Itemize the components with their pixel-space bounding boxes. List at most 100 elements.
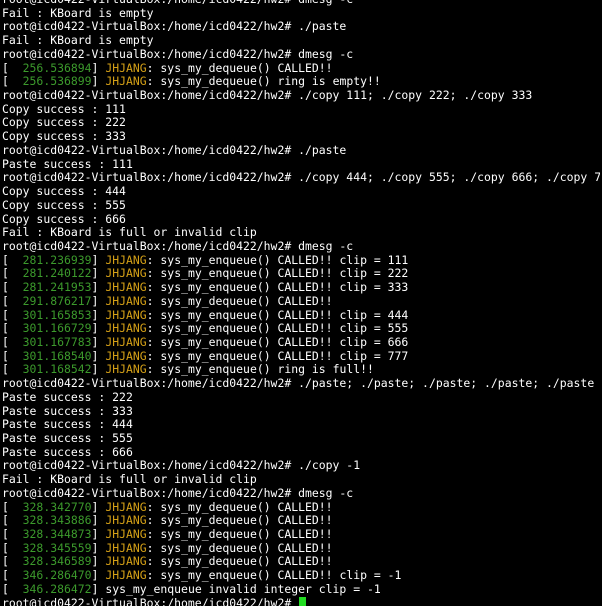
log-timestamp: 301.166729 xyxy=(8,321,92,336)
kernel-log-line: [ 328.343886] JHJANG: sys_my_dequeue() C… xyxy=(2,513,333,528)
log-message: sys_my_dequeue() CALLED!! xyxy=(160,540,333,555)
log-message: sys_my_dequeue() ring is empty!! xyxy=(160,74,381,89)
prompt-line: root@icd0422-VirtualBox:/home/icd0422/hw… xyxy=(2,595,600,606)
output-text: Fail : KBoard is full or invalid clip xyxy=(2,472,257,487)
output-line: Paste success : 111 xyxy=(2,157,600,172)
kernel-log-line: [ 301.166729] JHJANG: sys_my_enqueue() C… xyxy=(2,321,409,336)
log-timestamp: 281.240122 xyxy=(8,266,92,281)
output-line: Paste success : 444 xyxy=(2,417,600,432)
shell-command: ./copy 444; ./copy 555; ./copy 666; ./co… xyxy=(298,170,600,185)
output-text: Copy success : 444 xyxy=(2,184,126,199)
output-text: Fail : KBoard is empty xyxy=(2,5,154,20)
log-tag: JHJANG xyxy=(105,293,147,308)
log-message: sys_my_enqueue() CALLED!! clip = 444 xyxy=(160,307,409,322)
log-message: sys_my_enqueue() CALLED!! clip = 111 xyxy=(160,252,409,267)
kernel-log-line: [ 256.536899] JHJANG: sys_my_dequeue() r… xyxy=(2,74,381,89)
log-message: sys_my_dequeue() CALLED!! xyxy=(160,554,333,569)
kernel-log-line: [ 301.165853] JHJANG: sys_my_enqueue() C… xyxy=(2,307,409,322)
output-line: Fail : KBoard is empty xyxy=(2,5,600,21)
kernel-log-line: [ 291.876217] JHJANG: sys_my_dequeue() C… xyxy=(2,293,333,308)
output-text: Paste success : 444 xyxy=(2,417,133,432)
shell-prompt: root@icd0422-VirtualBox:/home/icd0422/hw… xyxy=(2,142,292,157)
shell-prompt: root@icd0422-VirtualBox:/home/icd0422/hw… xyxy=(2,595,292,606)
log-timestamp: 346.286470 xyxy=(8,568,92,583)
log-timestamp: 301.168542 xyxy=(8,362,92,377)
log-timestamp: 301.167783 xyxy=(8,334,92,349)
output-line: Paste success : 222 xyxy=(2,390,600,405)
output-line: Copy success : 222 xyxy=(2,116,600,130)
prompt-line: root@icd0422-VirtualBox:/home/icd0422/hw… xyxy=(2,459,600,473)
kernel-log-line: [ 328.346589] JHJANG: sys_my_dequeue() C… xyxy=(2,554,333,569)
output-line: Fail : KBoard is empty xyxy=(2,33,600,48)
shell-prompt: root@icd0422-VirtualBox:/home/icd0422/hw… xyxy=(2,485,292,500)
output-line: Copy success : 555 xyxy=(2,197,600,213)
prompt-line: root@icd0422-VirtualBox:/home/icd0422/hw… xyxy=(2,376,600,391)
log-tag: JHJANG xyxy=(105,334,147,349)
shell-command: ./copy 111; ./copy 222; ./copy 333 xyxy=(298,88,533,103)
log-timestamp: 328.343886 xyxy=(8,513,92,528)
log-message: sys_my_dequeue() CALLED!! xyxy=(160,513,333,528)
output-text: Paste success : 555 xyxy=(2,431,133,445)
log-message: sys_my_dequeue() CALLED!! xyxy=(160,293,333,308)
log-tag: JHJANG xyxy=(105,362,147,377)
kernel-log-line: [ 301.168540] JHJANG: sys_my_enqueue() C… xyxy=(2,348,409,363)
text-cursor[interactable] xyxy=(299,596,307,606)
log-timestamp: 281.241953 xyxy=(8,280,92,295)
prompt-line: root@icd0422-VirtualBox:/home/icd0422/hw… xyxy=(2,46,600,62)
log-timestamp: 328.346589 xyxy=(8,554,92,569)
shell-command: ./paste xyxy=(298,142,347,157)
output-text: Copy success : 111 xyxy=(2,101,126,116)
log-message: sys_my_enqueue() CALLED!! clip = 222 xyxy=(160,266,409,281)
shell-command: ./paste; ./paste; ./paste; ./paste; ./pa… xyxy=(298,376,595,391)
kernel-log-line: [ 328.342770] JHJANG: sys_my_dequeue() C… xyxy=(2,499,333,514)
log-tag: JHJANG xyxy=(105,513,147,528)
log-message: sys_my_enqueue() CALLED!! clip = 555 xyxy=(160,321,409,336)
log-message: sys_my_enqueue() CALLED!! clip = 333 xyxy=(160,280,409,295)
shell-command: dmesg -c xyxy=(298,485,354,500)
terminal-window[interactable]: root@icd0422-VirtualBox:/home/icd0422/hw… xyxy=(2,0,600,606)
prompt-line: root@icd0422-VirtualBox:/home/icd0422/hw… xyxy=(2,485,600,501)
shell-prompt: root@icd0422-VirtualBox:/home/icd0422/hw… xyxy=(2,170,292,185)
output-line: Copy success : 111 xyxy=(2,101,600,117)
output-line: Copy success : 333 xyxy=(2,129,600,144)
output-line: Fail : KBoard is full or invalid clip xyxy=(2,472,600,487)
output-line: Paste success : 333 xyxy=(2,404,600,419)
output-text: Copy success : 333 xyxy=(2,129,126,144)
shell-prompt: root@icd0422-VirtualBox:/home/icd0422/hw… xyxy=(2,19,292,34)
log-tag: JHJANG xyxy=(105,568,147,583)
log-message: sys_my_enqueue() CALLED!! clip = 777 xyxy=(160,348,409,363)
shell-prompt: root@icd0422-VirtualBox:/home/icd0422/hw… xyxy=(2,458,292,473)
log-tag: JHJANG xyxy=(105,499,147,514)
log-timestamp: 256.536899 xyxy=(8,74,92,89)
shell-prompt: root@icd0422-VirtualBox:/home/icd0422/hw… xyxy=(2,46,292,61)
output-line: Fail : KBoard is full or invalid clip xyxy=(2,225,600,240)
log-timestamp: 256.536894 xyxy=(8,60,92,75)
log-tag: JHJANG xyxy=(105,280,147,295)
log-tag: JHJANG xyxy=(105,252,147,267)
log-tag: JHJANG xyxy=(105,266,147,281)
output-text: Copy success : 666 xyxy=(2,211,126,226)
output-text: Fail : KBoard is full or invalid clip xyxy=(2,225,257,240)
output-text: Copy success : 555 xyxy=(2,197,126,212)
log-tag: JHJANG xyxy=(105,540,147,555)
prompt-line: root@icd0422-VirtualBox:/home/icd0422/hw… xyxy=(2,170,600,185)
shell-command: dmesg -c xyxy=(298,0,353,6)
log-timestamp: 301.168540 xyxy=(8,348,92,363)
prompt-line: root@icd0422-VirtualBox:/home/icd0422/hw… xyxy=(2,142,600,158)
output-line: Paste success : 555 xyxy=(2,431,600,446)
log-message: sys_my_enqueue invalid integer clip = -1 xyxy=(105,581,381,596)
log-tag: JHJANG xyxy=(105,74,147,89)
output-text: Paste success : 666 xyxy=(2,444,133,459)
log-tag: JHJANG xyxy=(105,307,147,322)
kernel-log-line: [ 281.236939] JHJANG: sys_my_enqueue() C… xyxy=(2,252,409,267)
prompt-line: root@icd0422-VirtualBox:/home/icd0422/hw… xyxy=(2,20,600,34)
log-timestamp: 281.236939 xyxy=(8,252,92,267)
output-line: Paste success : 666 xyxy=(2,444,600,460)
log-message: sys_my_enqueue() CALLED!! clip = 666 xyxy=(160,334,409,349)
log-timestamp: 328.345559 xyxy=(8,540,92,555)
output-line: Copy success : 444 xyxy=(2,184,600,199)
shell-command: ./paste xyxy=(298,19,347,34)
output-text: Fail : KBoard is empty xyxy=(2,33,154,48)
log-timestamp: 291.876217 xyxy=(8,293,92,308)
log-message: sys_my_dequeue() CALLED!! xyxy=(160,527,333,542)
